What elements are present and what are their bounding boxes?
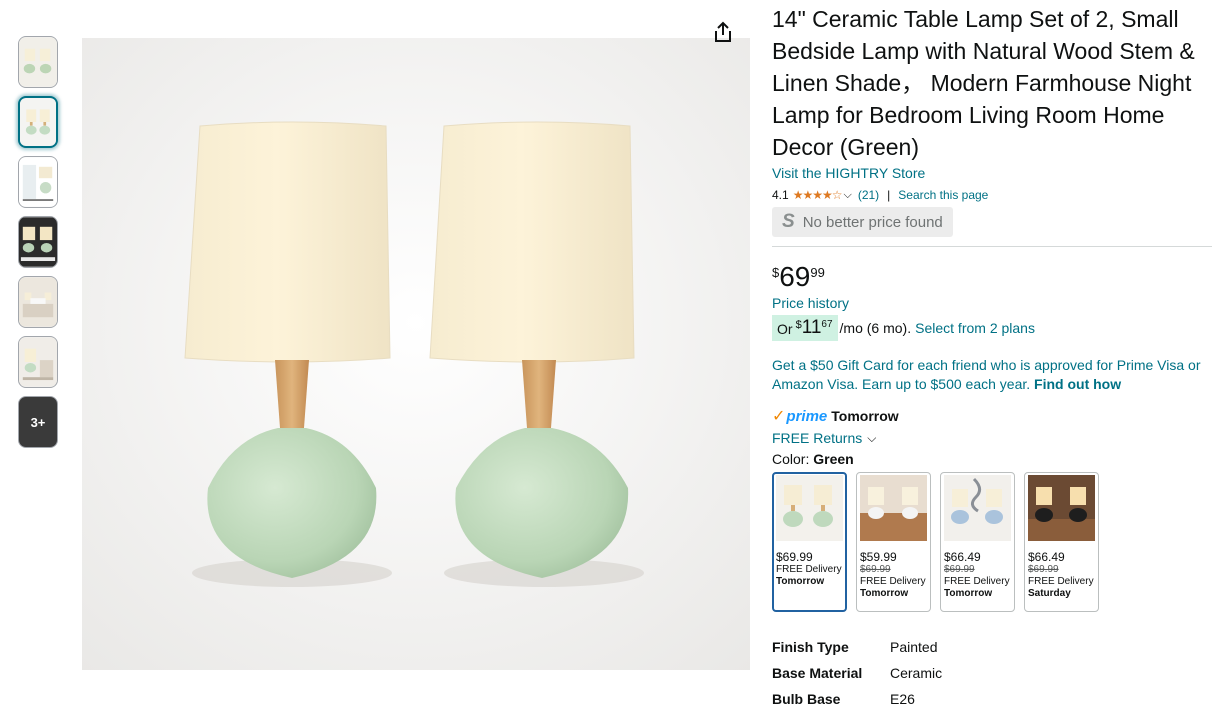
thumbnail-3[interactable] — [18, 156, 58, 208]
free-returns-label: FREE Returns — [772, 430, 863, 446]
swatch-image — [1028, 475, 1095, 541]
prime-delivery: ✓ prime Tomorrow — [772, 407, 1214, 426]
color-label: Color: Green — [772, 451, 1214, 469]
price-symbol: $ — [772, 265, 780, 280]
store-link[interactable]: Visit the HIGHTRY Store — [772, 165, 1214, 181]
price-fraction: 99 — [810, 265, 825, 280]
prime-check-icon: ✓ — [772, 408, 786, 425]
price-whole: 69 — [779, 261, 811, 292]
swatch-delivery: FREE Delivery — [944, 576, 1010, 587]
thumbnail-2[interactable] — [18, 96, 58, 148]
thumbnail-strip: 3+ — [18, 36, 58, 456]
no-better-price-text: No better price found — [802, 213, 943, 231]
color-swatches: $69.99 FREE Delivery Tomorrow $59.99 $69… — [772, 472, 1214, 612]
thumbnail-6[interactable] — [18, 336, 58, 388]
swatch-price: $66.49 — [944, 550, 981, 564]
spec-value: E26 — [890, 691, 915, 707]
spec-key: Base Material — [772, 665, 863, 681]
thumbnail-5[interactable] — [18, 276, 58, 328]
spec-value: Ceramic — [890, 665, 943, 681]
swatch-image — [944, 475, 1011, 541]
product-title: 14" Ceramic Table Lamp Set of 2, Small B… — [772, 6, 1195, 160]
monthly-payment-row: Or $ 11 67 /mo (6 mo). Select from 2 pla… — [772, 315, 1214, 341]
swatch-black[interactable]: $66.49 $69.99 FREE Delivery Saturday — [1024, 472, 1099, 612]
gift-card-promo[interactable]: Get a $50 Gift Card for each friend who … — [772, 356, 1214, 394]
rating-row: 4.1 ★★★★☆ ⌵ (21) | Search this page — [772, 187, 1214, 203]
swatch-price: $69.99 — [776, 550, 813, 564]
swatch-day: Saturday — [1028, 588, 1071, 599]
swatch-image — [860, 475, 927, 541]
more-images-label: 3+ — [30, 414, 46, 430]
spec-row: Bulb Base E26 — [772, 686, 1214, 712]
swatch-day: Tomorrow — [776, 576, 825, 587]
more-images-button[interactable]: 3+ — [18, 396, 58, 448]
spec-row: Base Material Ceramic — [772, 660, 1214, 686]
extension-logo-icon: S — [782, 211, 795, 232]
swatch-blue[interactable]: $66.49 $69.99 FREE Delivery Tomorrow — [940, 472, 1015, 612]
find-out-how-link[interactable]: Find out how — [1034, 376, 1121, 392]
swatch-green[interactable]: $69.99 FREE Delivery Tomorrow — [772, 472, 847, 612]
swatch-white[interactable]: $59.99 $69.99 FREE Delivery Tomorrow — [856, 472, 931, 612]
star-rating-icon[interactable]: ★★★★☆ — [793, 188, 843, 202]
price: $ 69 99 — [772, 261, 1214, 295]
swatch-price: $59.99 — [860, 550, 897, 564]
prime-logo: prime — [786, 407, 828, 425]
swatch-day: Tomorrow — [944, 588, 993, 599]
no-better-price-badge[interactable]: S No better price found — [772, 207, 953, 237]
chevron-down-icon: ⌵ — [867, 430, 877, 445]
share-icon[interactable] — [712, 20, 734, 44]
select-plans-link[interactable]: Select from 2 plans — [915, 320, 1035, 336]
main-product-image[interactable] — [82, 38, 750, 670]
monthly-price-badge: Or $ 11 67 — [772, 315, 838, 341]
monthly-whole: 11 — [801, 317, 822, 338]
delivery-day: Tomorrow — [831, 408, 899, 424]
spec-key: Bulb Base — [772, 691, 841, 707]
spec-value: Painted — [890, 639, 938, 655]
thumbnail-4[interactable] — [18, 216, 58, 268]
ratings-count-link[interactable]: (21) — [858, 188, 879, 202]
spec-key: Finish Type — [772, 639, 849, 655]
swatch-delivery: FREE Delivery — [776, 564, 842, 575]
spec-row: Finish Type Painted — [772, 634, 1214, 660]
price-history-link[interactable]: Price history — [772, 295, 1214, 311]
color-value: Green — [813, 451, 854, 467]
swatch-list-price: $69.99 — [1028, 564, 1059, 575]
monthly-fraction: 67 — [821, 319, 833, 330]
product-details: 14" Ceramic Table Lamp Set of 2, Small B… — [772, 0, 1214, 712]
divider — [772, 246, 1212, 247]
swatch-price: $66.49 — [1028, 550, 1065, 564]
swatch-day: Tomorrow — [860, 588, 909, 599]
promo-text: Get a $50 Gift Card for each friend who … — [772, 357, 1201, 392]
thumbnail-1[interactable] — [18, 36, 58, 88]
monthly-or: Or — [777, 321, 793, 337]
swatch-delivery: FREE Delivery — [860, 576, 926, 587]
free-returns-link[interactable]: FREE Returns ⌵ — [772, 429, 1214, 447]
swatch-list-price: $69.99 — [860, 564, 891, 575]
search-page-link[interactable]: Search this page — [898, 188, 988, 202]
separator: | — [887, 188, 891, 202]
color-label-text: Color: — [772, 451, 810, 467]
monthly-suffix: /mo (6 mo). — [839, 320, 912, 336]
rating-value: 4.1 — [772, 188, 789, 202]
swatch-list-price: $69.99 — [944, 564, 975, 575]
product-specs: Finish Type Painted Base Material Cerami… — [772, 634, 1214, 712]
chevron-down-icon[interactable]: ⌵ — [843, 189, 851, 202]
swatch-image — [776, 475, 843, 541]
swatch-delivery: FREE Delivery — [1028, 576, 1094, 587]
